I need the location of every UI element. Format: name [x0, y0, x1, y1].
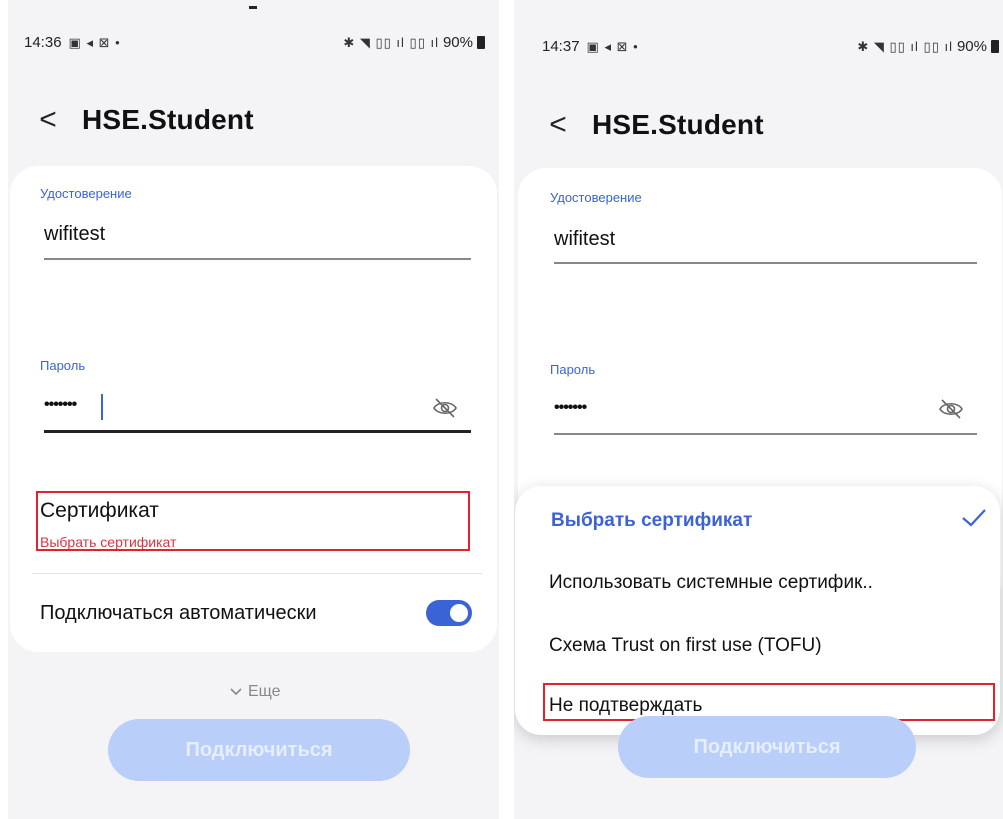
- signal-icons: ✱ ◥ ▯▯ ıl ▯▯ ıl: [857, 38, 953, 54]
- password-underline: [44, 430, 471, 433]
- connect-button[interactable]: Подключиться: [108, 719, 410, 781]
- text-cursor: [101, 394, 103, 420]
- visibility-off-icon[interactable]: [938, 398, 964, 420]
- battery-icon: [477, 36, 485, 49]
- back-icon[interactable]: <: [546, 110, 570, 140]
- connect-button[interactable]: Подключиться: [618, 716, 916, 778]
- divider: [32, 573, 482, 574]
- notification-icons: ▣ ◂ ⊠ •: [586, 38, 639, 54]
- auto-connect-toggle[interactable]: [426, 600, 472, 626]
- screenshot-gap: [499, 0, 514, 819]
- highlight-box-certificate: [36, 491, 470, 551]
- identity-input[interactable]: wifitest: [554, 228, 615, 251]
- password-label: Пароль: [550, 362, 596, 377]
- identity-underline: [44, 258, 471, 260]
- battery-icon: [991, 40, 999, 53]
- chevron-down-icon: [230, 688, 242, 696]
- header: < HSE.Student: [8, 104, 499, 136]
- header: < HSE.Student: [514, 109, 1003, 141]
- password-input[interactable]: •••••••: [44, 396, 77, 414]
- password-input[interactable]: •••••••: [554, 399, 587, 417]
- auto-connect-label: Подключаться автоматически: [40, 602, 317, 624]
- identity-underline: [554, 262, 977, 264]
- toggle-knob: [450, 604, 468, 622]
- screen-right: 14:37 ▣ ◂ ⊠ • ✱ ◥ ▯▯ ıl ▯▯ ıl 90% < HSE.…: [514, 0, 1003, 819]
- check-icon: [962, 509, 986, 527]
- status-bar: 14:36 ▣ ◂ ⊠ • ✱ ◥ ▯▯ ıl ▯▯ ıl 90%: [8, 34, 499, 54]
- more-label: Еще: [248, 683, 281, 700]
- identity-label: Удостоверение: [40, 186, 132, 201]
- status-time: 14:36: [24, 34, 62, 51]
- decor-mark: [249, 6, 257, 9]
- page-title: HSE.Student: [592, 109, 764, 140]
- back-icon[interactable]: <: [36, 105, 60, 135]
- status-time: 14:37: [542, 38, 580, 55]
- option-system-certificates[interactable]: Использовать системные сертифик..: [549, 572, 873, 594]
- page-title: HSE.Student: [82, 104, 254, 135]
- signal-icons: ✱ ◥ ▯▯ ıl ▯▯ ıl: [343, 34, 439, 50]
- more-button[interactable]: Еще: [230, 683, 281, 701]
- screen-left: 14:36 ▣ ◂ ⊠ • ✱ ◥ ▯▯ ıl ▯▯ ıl 90% < HSE.…: [8, 0, 499, 819]
- visibility-off-icon[interactable]: [432, 397, 458, 419]
- status-bar: 14:37 ▣ ◂ ⊠ • ✱ ◥ ▯▯ ıl ▯▯ ıl 90%: [514, 38, 1003, 58]
- password-label: Пароль: [40, 358, 86, 373]
- battery-percent: 90%: [956, 38, 987, 55]
- password-underline: [554, 433, 977, 435]
- option-tofu[interactable]: Схема Trust on first use (TOFU): [549, 635, 822, 657]
- option-select-certificate[interactable]: Выбрать сертификат: [551, 510, 752, 532]
- battery-percent: 90%: [442, 34, 473, 51]
- identity-label: Удостоверение: [550, 190, 642, 205]
- notification-icons: ▣ ◂ ⊠ •: [68, 34, 121, 50]
- identity-input[interactable]: wifitest: [44, 223, 105, 246]
